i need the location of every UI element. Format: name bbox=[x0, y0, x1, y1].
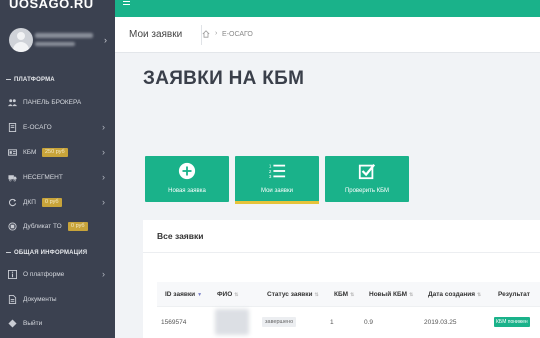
sidebar-item-label: Документы bbox=[23, 296, 57, 303]
chevron-right-icon: › bbox=[104, 35, 107, 45]
sidebar-item-dkp[interactable]: ДКП 0 руб › bbox=[0, 194, 115, 212]
breadcrumb[interactable]: Е-ОСАГО bbox=[222, 31, 253, 38]
sidebar-item-label: Дубликат ТО bbox=[23, 223, 62, 230]
users-icon bbox=[8, 99, 17, 107]
user-profile[interactable]: › bbox=[9, 28, 113, 56]
tile-label: Мои заявки bbox=[261, 188, 293, 194]
section-title-info: ОБЩАЯ ИНФОРМАЦИЯ bbox=[6, 250, 87, 256]
sidebar-item-about[interactable]: О платформе › bbox=[0, 266, 115, 284]
home-icon[interactable] bbox=[202, 30, 210, 38]
checkbox-icon bbox=[358, 163, 376, 180]
cell-id: 1569574 bbox=[161, 319, 187, 326]
tile-label: Новая заявка bbox=[168, 188, 206, 194]
sidebar: UOSAGO.RU › ПЛАТФОРМА ПАНЕЛЬ БРОКЕРА Е-О… bbox=[0, 0, 115, 338]
svg-text:1: 1 bbox=[269, 163, 272, 168]
status-badge: завершено bbox=[262, 317, 297, 327]
sidebar-item-duplicate-to[interactable]: Дубликат ТО 0 руб bbox=[0, 218, 115, 236]
my-requests-button[interactable]: 123 Мои заявки bbox=[235, 156, 319, 204]
file-icon bbox=[8, 295, 17, 304]
cell-new-kbm: 0.9 bbox=[364, 319, 374, 326]
sidebar-item-documents[interactable]: Документы bbox=[0, 291, 115, 309]
column-header-fio[interactable]: ФИО ⇅ bbox=[217, 291, 238, 298]
truck-icon bbox=[8, 175, 17, 182]
chevron-right-icon: › bbox=[102, 172, 105, 182]
column-header-new-kbm[interactable]: Новый КБМ ⇅ bbox=[369, 291, 413, 298]
check-kbm-button[interactable]: Проверить КБМ bbox=[325, 156, 409, 202]
chevron-right-icon: › bbox=[102, 122, 105, 132]
info-icon bbox=[8, 270, 17, 279]
result-badge: КБМ понижен bbox=[494, 317, 530, 327]
header-bar: Мои заявки › Е-ОСАГО bbox=[115, 17, 540, 53]
column-header-status[interactable]: Статус заявки ⇅ bbox=[267, 291, 319, 298]
id-card-icon bbox=[8, 149, 17, 156]
user-name-redacted bbox=[35, 33, 93, 38]
document-icon bbox=[8, 123, 17, 132]
copy-icon bbox=[8, 222, 17, 231]
sidebar-item-label: КБМ bbox=[23, 149, 37, 156]
new-request-button[interactable]: Новая заявка bbox=[145, 156, 229, 202]
chevron-right-icon: › bbox=[102, 147, 105, 157]
sidebar-item-label: ПАНЕЛЬ БРОКЕРА bbox=[23, 99, 82, 106]
top-bar bbox=[115, 0, 540, 17]
price-badge: 0 руб bbox=[42, 198, 62, 207]
sidebar-item-broker-panel[interactable]: ПАНЕЛЬ БРОКЕРА bbox=[0, 94, 115, 112]
column-header-id[interactable]: ID заявки ▼ bbox=[165, 291, 202, 298]
menu-icon[interactable] bbox=[123, 1, 130, 7]
page-title: Мои заявки bbox=[129, 29, 183, 40]
price-badge: 0 руб bbox=[68, 222, 88, 231]
sidebar-item-label: ДКП bbox=[23, 199, 36, 206]
breadcrumb-separator-icon: › bbox=[215, 30, 218, 37]
column-header-date[interactable]: Дата создания ⇅ bbox=[428, 291, 481, 298]
page-heading: ЗАЯВКИ НА КБМ bbox=[143, 68, 305, 89]
card-title: Все заявки bbox=[157, 231, 204, 241]
price-badge: 250 руб bbox=[42, 148, 68, 157]
cell-date: 2019.03.25 bbox=[424, 319, 457, 326]
chevron-right-icon: › bbox=[102, 269, 105, 279]
sidebar-item-label: О платформе bbox=[23, 271, 65, 278]
logout-icon bbox=[8, 319, 17, 328]
numbered-list-icon: 123 bbox=[269, 163, 286, 179]
column-header-result[interactable]: Результат bbox=[498, 291, 530, 298]
sidebar-item-label: НЕСЕГМЕНТ bbox=[23, 174, 63, 181]
table-header: ID заявки ▼ ФИО ⇅ Статус заявки ⇅ КБМ ⇅ Новы… bbox=[157, 282, 540, 306]
active-indicator bbox=[235, 201, 319, 204]
sidebar-item-logout[interactable]: Выйти bbox=[0, 315, 115, 333]
avatar bbox=[9, 28, 33, 52]
plus-circle-icon bbox=[178, 162, 196, 180]
table-row[interactable]: 1569574 завершено 1 0.9 2019.03.25 КБМ п… bbox=[157, 306, 540, 338]
section-title-platform: ПЛАТФОРМА bbox=[6, 77, 55, 83]
cell-kbm: 1 bbox=[330, 319, 334, 326]
user-info-redacted bbox=[35, 42, 75, 46]
refresh-icon bbox=[8, 198, 17, 207]
logo[interactable]: UOSAGO.RU bbox=[0, 0, 115, 16]
column-header-kbm[interactable]: КБМ ⇅ bbox=[334, 291, 354, 298]
requests-card: Все заявки ID заявки ▼ ФИО ⇅ Статус заявки… bbox=[143, 220, 540, 338]
tile-label: Проверить КБМ bbox=[344, 188, 390, 194]
sidebar-item-label: Е-ОСАГО bbox=[23, 124, 52, 131]
divider bbox=[143, 252, 540, 253]
svg-text:3: 3 bbox=[269, 174, 272, 179]
svg-text:2: 2 bbox=[269, 169, 272, 174]
sidebar-item-label: Выйти bbox=[23, 320, 43, 327]
sidebar-item-e-osago[interactable]: Е-ОСАГО › bbox=[0, 119, 115, 137]
chevron-right-icon: › bbox=[102, 197, 105, 207]
sidebar-item-kbm[interactable]: КБМ 250 руб › bbox=[0, 144, 115, 162]
cell-fio-redacted bbox=[215, 309, 249, 335]
sidebar-item-nesegment[interactable]: НЕСЕГМЕНТ › bbox=[0, 169, 115, 187]
